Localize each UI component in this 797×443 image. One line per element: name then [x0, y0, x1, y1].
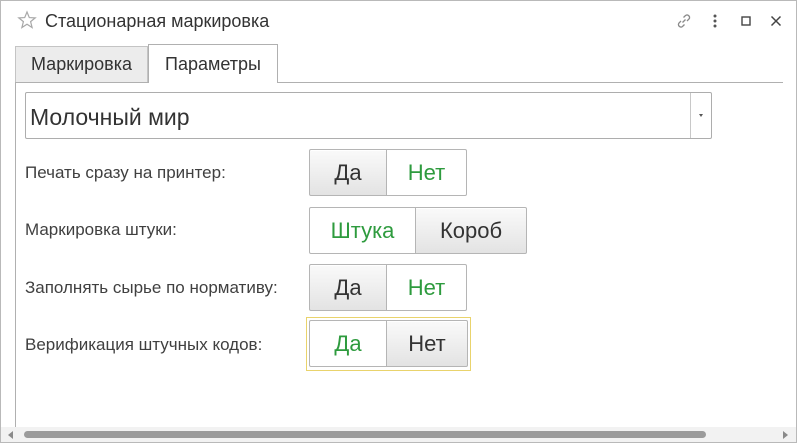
organization-select-value: Молочный мир [30, 104, 190, 130]
dropdown-button[interactable] [690, 93, 711, 138]
organization-select[interactable]: Молочный мир [25, 92, 712, 139]
scrollbar-thumb[interactable] [24, 431, 706, 438]
verification-label: Верификация штучных кодов: [25, 335, 263, 354]
title-bar: Стационарная маркировка [1, 1, 796, 41]
scroll-left-arrow-icon[interactable] [8, 431, 13, 439]
print-to-printer-toggle: Да Нет [309, 149, 467, 196]
verification-toggle: Да Нет [309, 320, 468, 367]
piece-marking-label: Маркировка штуки: [25, 220, 177, 239]
piece-marking-box-button[interactable]: Короб [416, 207, 527, 254]
more-vertical-icon[interactable] [705, 11, 725, 31]
fill-raw-materials-yes-button[interactable]: Да [309, 264, 387, 311]
fill-raw-materials-toggle: Да Нет [309, 264, 467, 311]
maximize-icon[interactable] [736, 11, 756, 31]
piece-marking-toggle: Штука Короб [309, 207, 527, 254]
tab-marking[interactable]: Маркировка [15, 46, 148, 82]
verification-no-button[interactable]: Нет [387, 320, 468, 367]
star-icon[interactable] [17, 10, 37, 30]
piece-marking-unit-button[interactable]: Штука [309, 207, 416, 254]
horizontal-scrollbar[interactable] [1, 427, 796, 442]
close-icon[interactable] [766, 11, 786, 31]
tab-parameters[interactable]: Параметры [148, 44, 278, 83]
fill-raw-materials-label: Заполнять сырье по нормативу: [25, 278, 278, 297]
chevron-down-icon [699, 114, 703, 117]
scroll-right-arrow-icon[interactable] [783, 431, 788, 439]
window-title: Стационарная маркировка [45, 11, 270, 31]
verification-yes-button[interactable]: Да [309, 320, 387, 367]
fill-raw-materials-no-button[interactable]: Нет [387, 264, 467, 311]
print-to-printer-yes-button[interactable]: Да [309, 149, 387, 196]
print-to-printer-no-button[interactable]: Нет [387, 149, 467, 196]
form-window: Стационарная маркировка Маркировка Парам… [0, 0, 797, 443]
link-icon[interactable] [674, 11, 694, 31]
print-to-printer-label: Печать сразу на принтер: [25, 163, 226, 182]
